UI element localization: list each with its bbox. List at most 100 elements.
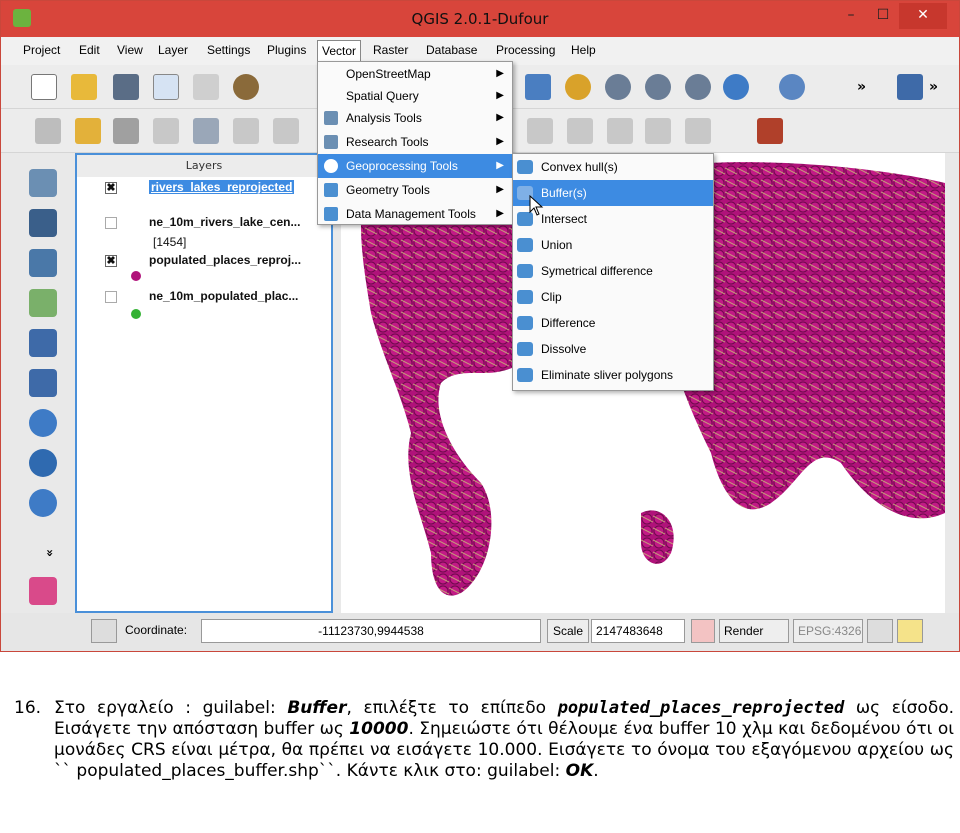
layer-checkbox[interactable] xyxy=(105,217,117,229)
research-icon xyxy=(324,135,338,149)
menu-item-label: Research Tools xyxy=(346,135,429,149)
menu-item-symetrical-difference[interactable]: Symetrical difference xyxy=(513,258,713,284)
step-text: Στο εργαλείο : guilabel: Buffer, επιλέξτ… xyxy=(54,698,954,782)
add-vector-layer-icon[interactable] xyxy=(29,169,57,197)
label-icon[interactable] xyxy=(527,118,553,144)
print-composer-icon[interactable] xyxy=(193,74,219,100)
menu-item-label: Intersect xyxy=(541,212,588,226)
save-project-icon[interactable] xyxy=(113,74,139,100)
menu-item-analysis-tools[interactable]: Analysis Tools ▶ xyxy=(318,106,512,130)
zoom-selection-icon[interactable] xyxy=(565,74,591,100)
label-rotate-icon[interactable] xyxy=(685,118,711,144)
layer-checkbox[interactable]: ✖ xyxy=(105,255,117,267)
maximize-button[interactable]: ☐ xyxy=(863,3,903,29)
window-title: QGIS 2.0.1-Dufour xyxy=(411,10,549,28)
layers-panel: Layers ✖ rivers_lakes_reprojected ne_10m… xyxy=(75,153,333,613)
vector-menu-dropdown: OpenStreetMap ▶ Spatial Query ▶ Analysis T… xyxy=(317,61,513,225)
layer-checkbox[interactable]: ✖ xyxy=(105,182,117,194)
scale-field[interactable]: 2147483648 xyxy=(591,619,685,643)
move-feature-icon[interactable] xyxy=(193,118,219,144)
menu-plugins[interactable]: Plugins xyxy=(267,43,306,57)
menu-item-label: Eliminate sliver polygons xyxy=(541,368,674,382)
zoom-full-icon[interactable] xyxy=(525,74,551,100)
menu-help[interactable]: Help xyxy=(571,43,596,57)
point-symbol-icon xyxy=(131,271,141,281)
layers-panel-title: Layers xyxy=(77,155,331,177)
more-tools-icon[interactable]: » xyxy=(29,539,57,567)
label-show-icon[interactable] xyxy=(607,118,633,144)
layer-checkbox[interactable] xyxy=(105,291,117,303)
add-raster-layer-icon[interactable] xyxy=(29,209,57,237)
menu-item-eliminate-sliver-polygons[interactable]: Eliminate sliver polygons xyxy=(513,362,713,388)
submenu-arrow-icon: ▶ xyxy=(496,68,504,79)
add-oracle-layer-icon[interactable] xyxy=(29,369,57,397)
wkt-icon[interactable] xyxy=(757,118,783,144)
new-shapefile-icon[interactable] xyxy=(29,577,57,605)
menu-item-research-tools[interactable]: Research Tools ▶ xyxy=(318,130,512,154)
zoom-next-icon[interactable] xyxy=(685,74,711,100)
menu-item-label: Buffer(s) xyxy=(541,186,587,200)
add-spatialite-layer-icon[interactable] xyxy=(29,289,57,317)
identify-icon[interactable] xyxy=(779,74,805,100)
menu-layer[interactable]: Layer xyxy=(158,43,188,57)
menu-vector[interactable]: Vector xyxy=(317,40,362,62)
analysis-icon xyxy=(324,111,338,125)
add-feature-icon[interactable] xyxy=(153,118,179,144)
add-postgis-layer-icon[interactable] xyxy=(29,249,57,277)
menu-item-geometry-tools[interactable]: Geometry Tools ▶ xyxy=(318,178,512,202)
menu-item-geoprocessing-tools[interactable]: Geoprocessing Tools ▶ xyxy=(318,154,512,178)
menu-item-openstreetmap[interactable]: OpenStreetMap ▶ xyxy=(318,62,512,86)
menu-item-label: Dissolve xyxy=(541,342,587,356)
guilabel-buffer: Buffer xyxy=(287,698,347,718)
help-icon[interactable] xyxy=(897,74,923,100)
menu-item-spatial-query[interactable]: Spatial Query ▶ xyxy=(318,84,512,108)
menu-item-data-management-tools[interactable]: Data Management Tools ▶ xyxy=(318,202,512,226)
add-wfs-layer-icon[interactable] xyxy=(29,489,57,517)
label-move-icon[interactable] xyxy=(645,118,671,144)
close-button[interactable]: ✕ xyxy=(899,3,947,29)
pan-map-icon[interactable] xyxy=(233,74,259,100)
menu-item-label: Union xyxy=(541,238,573,252)
menu-project[interactable]: Project xyxy=(23,43,60,57)
coordinate-toggle-icon[interactable] xyxy=(91,619,117,643)
render-checkbox[interactable]: Render xyxy=(719,619,789,643)
open-project-icon[interactable] xyxy=(71,74,97,100)
menu-item-label: OpenStreetMap xyxy=(346,67,431,81)
menu-item-clip[interactable]: Clip xyxy=(513,284,713,310)
menu-item-convex-hull[interactable]: Convex hull(s) xyxy=(513,154,713,180)
crs-globe-icon[interactable] xyxy=(867,619,893,643)
add-mssql-layer-icon[interactable] xyxy=(29,329,57,357)
menu-item-difference[interactable]: Difference xyxy=(513,310,713,336)
layer-name: rivers_lakes_reprojected xyxy=(149,180,295,194)
toolbar-overflow-icon[interactable]: » xyxy=(857,79,883,105)
stop-render-icon[interactable] xyxy=(691,619,715,643)
add-wms-layer-icon[interactable] xyxy=(29,409,57,437)
delete-selected-icon[interactable] xyxy=(273,118,299,144)
submenu-arrow-icon: ▶ xyxy=(496,184,504,195)
render-label: Render xyxy=(724,624,764,638)
zoom-last-icon[interactable] xyxy=(645,74,671,100)
add-wcs-layer-icon[interactable] xyxy=(29,449,57,477)
toolbar-overflow-icon-2[interactable]: » xyxy=(929,79,955,105)
menu-item-union[interactable]: Union xyxy=(513,232,713,258)
save-as-icon[interactable] xyxy=(153,74,179,100)
menu-database[interactable]: Database xyxy=(426,43,477,57)
menu-processing[interactable]: Processing xyxy=(496,43,555,57)
menu-raster[interactable]: Raster xyxy=(373,43,408,57)
zoom-layer-icon[interactable] xyxy=(605,74,631,100)
coordinate-field[interactable]: -11123730,9944538 xyxy=(201,619,541,643)
point-symbol-icon xyxy=(131,309,141,319)
menu-item-dissolve[interactable]: Dissolve xyxy=(513,336,713,362)
crs-status[interactable]: EPSG:4326 xyxy=(793,619,863,643)
refresh-icon[interactable] xyxy=(723,74,749,100)
toggle-editing-icon[interactable] xyxy=(75,118,101,144)
menu-view[interactable]: View xyxy=(117,43,143,57)
menu-edit[interactable]: Edit xyxy=(79,43,100,57)
save-edits-icon[interactable] xyxy=(113,118,139,144)
warning-icon[interactable] xyxy=(897,619,923,643)
new-project-icon[interactable] xyxy=(31,74,57,100)
edit-pencil-icon[interactable] xyxy=(35,118,61,144)
label-pin-icon[interactable] xyxy=(567,118,593,144)
menu-settings[interactable]: Settings xyxy=(207,43,250,57)
node-tool-icon[interactable] xyxy=(233,118,259,144)
